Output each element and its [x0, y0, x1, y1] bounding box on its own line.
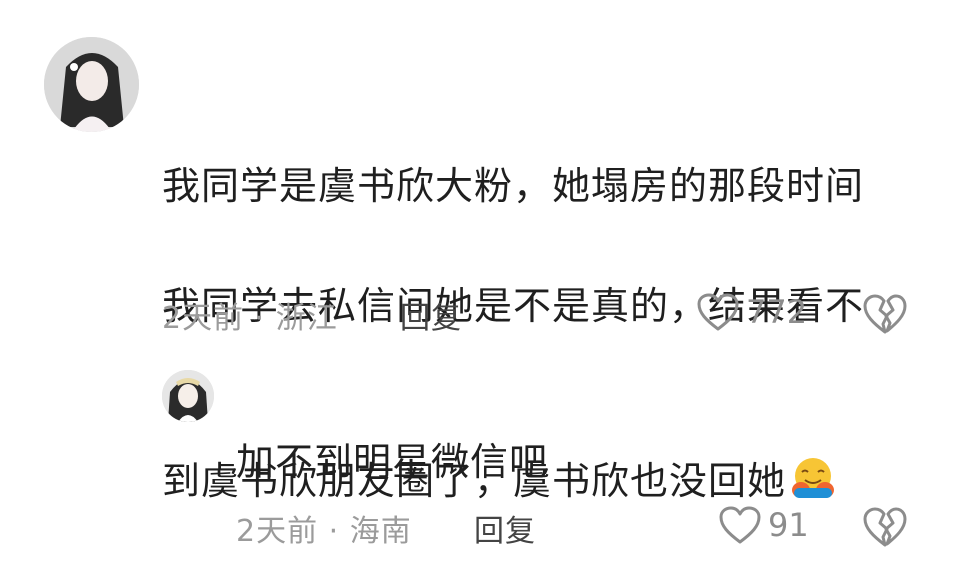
- reply-button[interactable]: 回复: [400, 293, 462, 337]
- dislike-button[interactable]: [862, 506, 908, 552]
- broken-heart-icon: [863, 507, 907, 547]
- broken-heart-icon: [863, 294, 907, 334]
- comment-location: 海南: [349, 514, 412, 549]
- avatar[interactable]: [44, 37, 139, 132]
- like-button[interactable]: 772: [696, 292, 807, 332]
- comment-meta: 2天前 · 海南: [236, 506, 412, 550]
- separator-dot: ·: [254, 301, 276, 336]
- separator-dot: ·: [328, 514, 350, 549]
- avatar[interactable]: [162, 370, 214, 422]
- comment-time: 2天前: [162, 301, 245, 336]
- like-button[interactable]: 91: [718, 505, 809, 545]
- reply-button[interactable]: 回复: [474, 506, 536, 550]
- dislike-button[interactable]: [862, 293, 908, 339]
- comment-location: 浙江: [275, 301, 338, 336]
- hugging-face-icon: [788, 396, 838, 498]
- heart-icon: [719, 506, 761, 544]
- comment-time: 2天前: [236, 514, 319, 549]
- reply-text: 加不到明星微信吧: [236, 440, 549, 484]
- like-count: 772: [746, 293, 808, 331]
- comment-meta: 2天前 · 浙江: [162, 293, 338, 337]
- comment-line: 我同学是虞书欣大粉，她塌房的那段时间: [162, 164, 865, 208]
- heart-icon: [697, 293, 739, 331]
- like-count: 91: [768, 506, 809, 544]
